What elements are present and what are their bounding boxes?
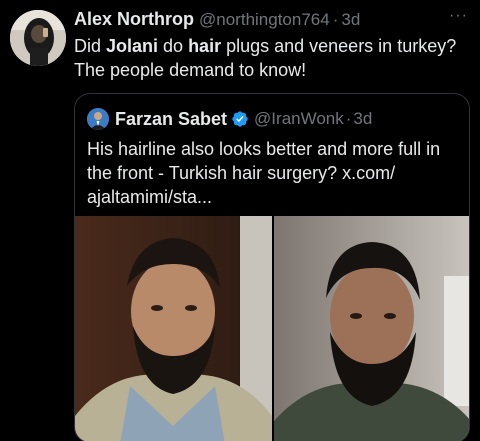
tweet[interactable]: Alex Northrop @northington764 · 3d ··· D… (0, 0, 480, 441)
tweet-text-part: Did (74, 36, 107, 56)
quoted-author-name[interactable]: Farzan Sabet (115, 109, 227, 130)
media-photo-right[interactable] (274, 216, 469, 441)
quoted-author-avatar-image (87, 108, 109, 130)
tweet-time[interactable]: 3d (341, 10, 360, 30)
separator-dot: · (345, 109, 352, 128)
tweet-text: Did Jolani do hair plugs and veneers in … (74, 34, 469, 82)
verified-badge-icon (232, 111, 248, 127)
quoted-tweet[interactable]: Farzan Sabet @IranWonk · 3d His hairline… (74, 93, 470, 441)
quoted-author-handle[interactable]: @IranWonk (254, 109, 344, 129)
tweet-text-bold: Jolani (106, 36, 159, 56)
quoted-tweet-media (75, 216, 469, 441)
quoted-tweet-header: Farzan Sabet @IranWonk · 3d (87, 107, 372, 131)
quoted-tweet-time[interactable]: 3d (353, 109, 372, 129)
quoted-author-avatar[interactable] (87, 108, 109, 130)
media-photo-left[interactable] (75, 216, 272, 441)
tweet-header: Alex Northrop @northington764 · 3d ··· (74, 7, 468, 33)
author-handle[interactable]: @northington764 (199, 10, 330, 30)
tweet-text-bold: hair (188, 36, 222, 56)
author-avatar-image (10, 10, 66, 66)
author-name[interactable]: Alex Northrop (74, 9, 194, 30)
quoted-tweet-text: His hairline also looks better and more … (87, 139, 441, 207)
more-options-icon[interactable]: ··· (449, 7, 468, 25)
photo-portrait-right (274, 216, 469, 441)
photo-portrait-left (75, 216, 272, 441)
separator-dot: · (332, 10, 339, 29)
tweet-text-part: do (158, 36, 189, 56)
author-avatar[interactable] (10, 10, 66, 66)
